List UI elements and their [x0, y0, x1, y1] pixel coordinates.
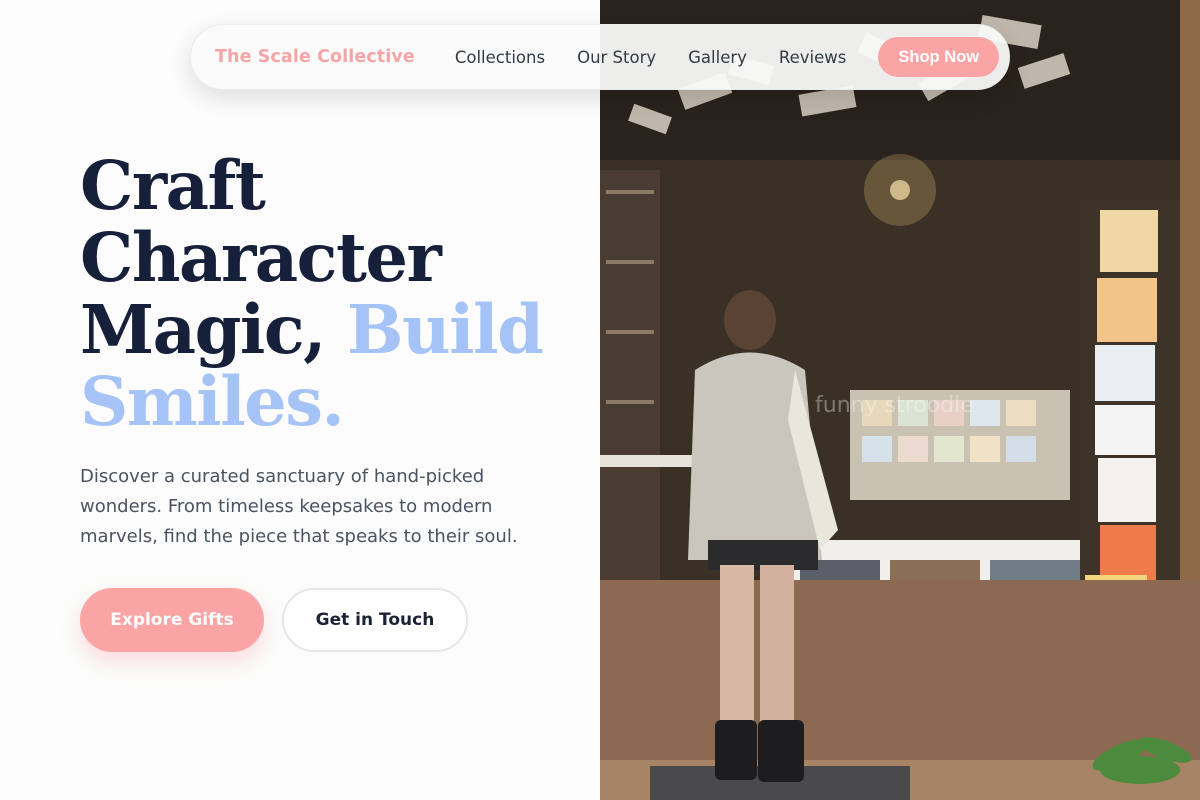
hero-actions: Explore Gifts Get in Touch [80, 588, 468, 652]
brand-logo[interactable]: The Scale Collective [215, 47, 415, 67]
get-in-touch-button[interactable]: Get in Touch [282, 588, 468, 652]
hero-section: Craft Character Magic, Build Smiles. Dis… [80, 150, 580, 552]
hero-headline: Craft Character Magic, Build Smiles. [80, 150, 580, 438]
shop-now-button[interactable]: Shop Now [878, 37, 1000, 77]
bookshop-illustration: funny stroodle [600, 0, 1200, 800]
nav-link-gallery[interactable]: Gallery [688, 48, 747, 67]
hero-photo: funny stroodle [600, 0, 1200, 800]
nav-link-our-story[interactable]: Our Story [577, 48, 656, 67]
nav-link-reviews[interactable]: Reviews [779, 48, 846, 67]
hero-description: Discover a curated sanctuary of hand-pic… [80, 466, 518, 547]
watermark-text: funny stroodle [815, 393, 974, 418]
explore-gifts-button[interactable]: Explore Gifts [80, 588, 264, 652]
top-nav: The Scale Collective Collections Our Sto… [190, 24, 1010, 90]
nav-link-collections[interactable]: Collections [455, 48, 545, 67]
nav-links: Collections Our Story Gallery Reviews [455, 48, 879, 67]
